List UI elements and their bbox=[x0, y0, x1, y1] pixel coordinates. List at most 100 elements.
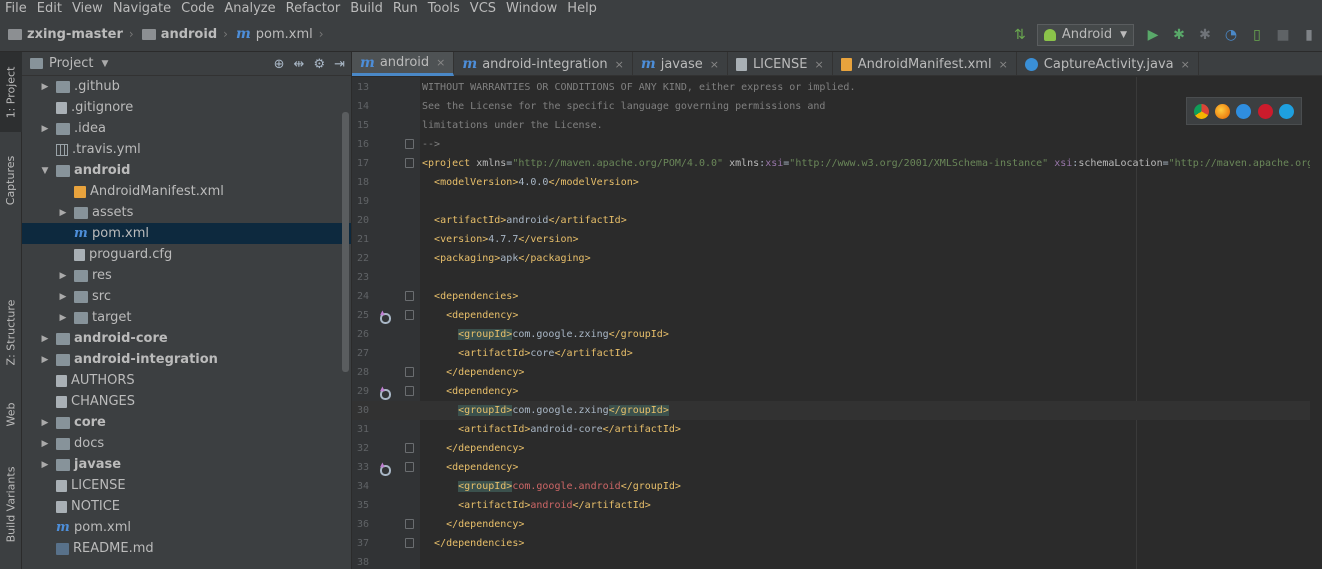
editor-scrollbar[interactable] bbox=[1310, 77, 1322, 569]
tool-tab-web[interactable]: Web bbox=[0, 387, 22, 442]
menu-file[interactable]: File bbox=[0, 0, 32, 17]
expand-arrow-right-icon[interactable]: ▶ bbox=[58, 292, 68, 302]
safari-icon[interactable] bbox=[1236, 103, 1252, 119]
tree-item[interactable]: README.md bbox=[22, 538, 351, 559]
code-line[interactable]: 16 --> bbox=[352, 135, 1322, 154]
editor-tab[interactable]: LICENSE × bbox=[728, 52, 833, 76]
tree-item[interactable]: m pom.xml bbox=[22, 223, 351, 244]
dependency-gutter-icon[interactable] bbox=[377, 455, 391, 476]
fold-marker-icon[interactable] bbox=[405, 386, 414, 396]
breadcrumb-file[interactable]: m pom.xml › bbox=[236, 26, 324, 42]
tree-item[interactable]: ▶ assets bbox=[22, 202, 351, 223]
close-icon[interactable]: × bbox=[710, 58, 719, 71]
code-line[interactable]: 24 <dependencies> bbox=[352, 287, 1322, 306]
chrome-icon[interactable] bbox=[1194, 103, 1210, 119]
fold-marker-icon[interactable] bbox=[405, 443, 414, 453]
tree-item[interactable]: m pom.xml bbox=[22, 517, 351, 538]
code-line[interactable]: 26 <groupId>com.google.zxing</groupId> bbox=[352, 325, 1322, 344]
dependency-gutter-icon[interactable] bbox=[377, 303, 391, 324]
tree-item[interactable]: ▶ docs bbox=[22, 433, 351, 454]
code-line[interactable]: 23 bbox=[352, 268, 1322, 287]
code-line[interactable]: 14 See the License for the specific langu… bbox=[352, 97, 1322, 116]
close-icon[interactable]: × bbox=[815, 58, 824, 71]
code-line[interactable]: 29 <dependency> bbox=[352, 379, 1322, 401]
code-line[interactable]: 28 </dependency> bbox=[352, 363, 1322, 382]
fold-marker-icon[interactable] bbox=[405, 462, 414, 472]
opera-icon[interactable] bbox=[1257, 103, 1273, 119]
code-line[interactable]: 20 <artifactId>android</artifactId> bbox=[352, 211, 1322, 230]
editor-tab[interactable]: m android-integration × bbox=[454, 52, 633, 76]
tool-tab-build-variants[interactable]: Build Variants bbox=[0, 452, 22, 557]
code-line[interactable]: 32 </dependency> bbox=[352, 439, 1322, 458]
breadcrumb-project[interactable]: zxing-master › bbox=[8, 27, 134, 42]
tree-item[interactable]: NOTICE bbox=[22, 496, 351, 517]
menu-vcs[interactable]: VCS bbox=[465, 0, 501, 17]
expand-arrow-right-icon[interactable]: ▶ bbox=[40, 460, 50, 470]
expand-arrow-right-icon[interactable]: ▶ bbox=[40, 334, 50, 344]
menu-help[interactable]: Help bbox=[562, 0, 602, 17]
debug-icon[interactable]: ✱ bbox=[1170, 26, 1188, 44]
fold-marker-icon[interactable] bbox=[405, 519, 414, 529]
code-line[interactable]: 33 <dependency> bbox=[352, 455, 1322, 477]
expand-arrow-right-icon[interactable]: ▶ bbox=[40, 418, 50, 428]
fold-marker-icon[interactable] bbox=[405, 367, 414, 377]
code-line[interactable]: 18 <modelVersion>4.0.0</modelVersion> bbox=[352, 173, 1322, 192]
code-line[interactable]: 15 limitations under the License. bbox=[352, 116, 1322, 135]
tree-item[interactable]: ▶ javase bbox=[22, 454, 351, 475]
avd-manager-icon[interactable]: ▯ bbox=[1248, 26, 1266, 44]
fold-marker-icon[interactable] bbox=[405, 158, 414, 168]
code-line[interactable]: 36 </dependency> bbox=[352, 515, 1322, 534]
fold-marker-icon[interactable] bbox=[405, 310, 414, 320]
menu-window[interactable]: Window bbox=[501, 0, 562, 17]
code-line[interactable]: 30 <groupId>com.google.zxing</groupId> bbox=[352, 401, 1322, 420]
code-line[interactable]: 37 </dependencies> bbox=[352, 534, 1322, 553]
menu-run[interactable]: Run bbox=[388, 0, 423, 17]
expand-arrow-right-icon[interactable]: ▶ bbox=[58, 208, 68, 218]
code-line[interactable]: 17 <project xmlns="http://maven.apache.or… bbox=[352, 154, 1322, 173]
menu-refactor[interactable]: Refactor bbox=[281, 0, 346, 17]
tree-item[interactable]: ▶ .idea bbox=[22, 118, 351, 139]
tree-item[interactable]: AndroidManifest.xml bbox=[22, 181, 351, 202]
fold-marker-icon[interactable] bbox=[405, 538, 414, 548]
tree-item[interactable]: CHANGES bbox=[22, 391, 351, 412]
code-line[interactable]: 27 <artifactId>core</artifactId> bbox=[352, 344, 1322, 363]
menu-code[interactable]: Code bbox=[176, 0, 219, 17]
fold-marker-icon[interactable] bbox=[405, 139, 414, 149]
make-project-icon[interactable]: ⇅ bbox=[1011, 26, 1029, 44]
profiler-icon[interactable]: ◔ bbox=[1222, 26, 1240, 44]
tool-tab-project[interactable]: 1: Project bbox=[0, 52, 22, 132]
expand-arrow-right-icon[interactable]: ▶ bbox=[40, 124, 50, 134]
dependency-gutter-icon[interactable] bbox=[377, 379, 391, 400]
scroll-from-source-icon[interactable]: ⊕ bbox=[274, 57, 285, 72]
editor-tab[interactable]: m android × bbox=[352, 52, 455, 76]
editor-tab[interactable]: m javase × bbox=[633, 52, 728, 76]
code-line[interactable]: 19 bbox=[352, 192, 1322, 211]
tree-item[interactable]: ▼ android bbox=[22, 160, 351, 181]
code-line[interactable]: 35 <artifactId>android</artifactId> bbox=[352, 496, 1322, 515]
hide-panel-icon[interactable]: ⇥ bbox=[334, 57, 345, 72]
expand-arrow-right-icon[interactable]: ▶ bbox=[40, 82, 50, 92]
code-line[interactable]: 31 <artifactId>android-core</artifactId> bbox=[352, 420, 1322, 439]
menu-tools[interactable]: Tools bbox=[423, 0, 465, 17]
firefox-icon[interactable] bbox=[1215, 103, 1231, 119]
breadcrumb-module[interactable]: android › bbox=[141, 27, 228, 42]
expand-arrow-right-icon[interactable]: ▶ bbox=[58, 271, 68, 281]
run-icon[interactable]: ▶ bbox=[1144, 26, 1162, 44]
code-line[interactable]: 38 bbox=[352, 553, 1322, 569]
attach-debugger-icon[interactable]: ✱ bbox=[1196, 26, 1214, 44]
tree-item[interactable]: ▶. github bbox=[22, 76, 351, 97]
tree-item[interactable]: LICENSE bbox=[22, 475, 351, 496]
editor-tab[interactable]: AndroidManifest.xml × bbox=[833, 52, 1017, 76]
expand-arrow-right-icon[interactable]: ▶ bbox=[58, 313, 68, 323]
code-line[interactable]: 21 <version>4.7.7</version> bbox=[352, 230, 1322, 249]
project-view-selector[interactable]: Project bbox=[49, 56, 93, 71]
menu-analyze[interactable]: Analyze bbox=[219, 0, 280, 17]
code-editor[interactable]: 13 WITHOUT WARRANTIES OR CONDITIONS OF AN… bbox=[352, 77, 1322, 569]
close-icon[interactable]: × bbox=[615, 58, 624, 71]
stop-icon[interactable]: ■ bbox=[1274, 26, 1292, 44]
code-line[interactable]: 13 WITHOUT WARRANTIES OR CONDITIONS OF AN… bbox=[352, 78, 1322, 97]
scrollbar-thumb[interactable] bbox=[342, 112, 349, 372]
code-line[interactable]: 34 <groupId>com.google.android</groupId> bbox=[352, 477, 1322, 496]
tree-item[interactable]: .travis.yml bbox=[22, 139, 351, 160]
code-line[interactable]: 22 <packaging>apk</packaging> bbox=[352, 249, 1322, 268]
